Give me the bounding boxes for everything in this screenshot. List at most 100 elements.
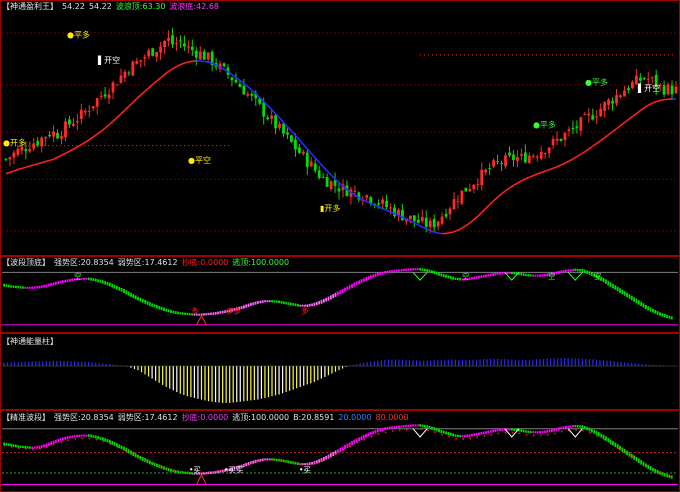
wave-osc-mark: [320, 299, 323, 304]
precise-signal-dot: [46, 446, 48, 448]
wave-osc-mark: [139, 297, 142, 302]
ma-line-segment: [49, 158, 54, 162]
precise-osc-mark: [583, 425, 586, 430]
energy-panel-title: 【神通能量柱】: [2, 337, 58, 346]
wave-osc-mark: [572, 268, 574, 272]
wave-osc-mark: [87, 277, 90, 281]
ma-line-segment: [552, 165, 558, 170]
wave-osc-mark: [642, 303, 645, 308]
precise-signal-dot: [159, 465, 161, 467]
precise-osc-mark: [127, 449, 130, 454]
ma-line-segment: [53, 156, 58, 161]
precise-osc-mark: [374, 430, 377, 434]
precise-osc-mark: [555, 427, 558, 432]
ma-line-segment: [207, 61, 213, 65]
precise-signal-dot: [377, 433, 380, 435]
ma-line-segment: [643, 104, 649, 109]
wave-osc-mark: [17, 285, 20, 289]
wave-osc-mark: [501, 272, 504, 275]
candle-body: [83, 110, 87, 113]
wave-osc-mark: [259, 300, 262, 304]
candle-body: [337, 188, 341, 192]
wave-osc-mark: [644, 304, 647, 310]
ma-line-segment: [180, 62, 185, 66]
precise-osc-mark: [85, 434, 88, 437]
precise-osc-mark: [132, 451, 135, 457]
main-panel-header: 【神通盈利王】 54.22 54.22 波浪顶:63.30 波浪底:42.68: [2, 1, 223, 13]
wave-osc-mark: [29, 286, 31, 289]
precise-signal-dot: [525, 433, 528, 436]
candle-body: [460, 190, 464, 204]
candle-body: [504, 155, 507, 167]
wave-osc-mark: [372, 274, 375, 278]
ma-line-segment: [639, 107, 645, 112]
wave-osc-mark: [50, 283, 53, 287]
precise-osc-mark: [325, 455, 328, 460]
wave-osc-mark: [292, 303, 295, 306]
wave-panel-title: 【波段顶底】: [2, 258, 50, 267]
precise-osc-mark: [532, 431, 534, 434]
precise-signal-dot: [434, 431, 436, 434]
candle-body: [282, 123, 285, 134]
precise-osc-mark: [358, 437, 360, 442]
precise-osc-mark: [501, 428, 504, 431]
precise-osc-mark: [203, 472, 205, 475]
precise-osc-mark: [431, 426, 433, 430]
candle-body: [309, 161, 313, 167]
wave-osc-mark: [212, 312, 215, 315]
precise-osc-mark: [17, 445, 20, 448]
ma-line-segment: [164, 70, 170, 76]
precise-osc-mark: [508, 428, 511, 431]
wave-osc-mark: [574, 268, 577, 272]
precise-signal-dot: [286, 460, 288, 463]
wave-osc-mark: [90, 277, 92, 281]
wave-osc-mark: [337, 291, 339, 296]
wave-osc-mark: [405, 268, 407, 272]
candle-body: [377, 203, 381, 205]
candle-body: [408, 215, 412, 220]
main-signal-label: ●开多: [3, 138, 26, 148]
candle-body: [151, 48, 155, 56]
precise-osc-mark: [663, 473, 666, 477]
precise-osc-mark: [586, 426, 589, 431]
ma-line-segment: [374, 204, 379, 208]
wave-osc-mark: [261, 300, 264, 303]
main-signal-label: ●平多: [67, 30, 90, 40]
precise-osc-mark: [513, 428, 516, 431]
wave-osc-mark: [527, 273, 530, 277]
wave-osc-mark: [94, 278, 97, 282]
wave-osc-mark: [386, 270, 389, 274]
candle-body: [591, 115, 595, 120]
precise-signal-dot: [102, 440, 105, 443]
candle-body: [464, 187, 468, 192]
precise-osc-mark: [558, 427, 560, 431]
precise-osc-mark: [562, 426, 565, 430]
precise-osc-mark: [440, 429, 443, 434]
candle-body: [444, 213, 448, 217]
ma-line-segment: [41, 160, 46, 164]
candle-body: [555, 138, 559, 141]
precise-signal-dot: [504, 432, 507, 434]
precise-osc-mark: [569, 425, 572, 428]
precise-osc-mark: [480, 431, 483, 435]
ma-line-segment: [278, 117, 285, 123]
ma-line-segment: [45, 159, 50, 163]
wave-osc-mark: [445, 274, 447, 278]
precise-osc-mark: [148, 460, 151, 465]
candle-body: [401, 210, 404, 221]
wave-osc-mark: [327, 296, 330, 301]
ma-line-segment: [160, 73, 166, 79]
candle-body: [619, 95, 622, 98]
candle-body: [646, 78, 650, 80]
precise-osc-mark: [475, 432, 478, 436]
ma-line-segment: [536, 171, 542, 175]
wave-osc-mark: [419, 267, 422, 271]
wave-osc-mark: [543, 273, 546, 277]
wave-osc-mark: [210, 312, 212, 315]
precise-osc-mark: [400, 425, 403, 428]
wave-osc-mark: [83, 277, 85, 280]
precise-header-value-0: 强势区:20.8354: [54, 413, 114, 422]
wave-osc-mark: [626, 292, 628, 298]
precise-signal-dot: [398, 429, 401, 432]
candle-body: [75, 120, 79, 123]
